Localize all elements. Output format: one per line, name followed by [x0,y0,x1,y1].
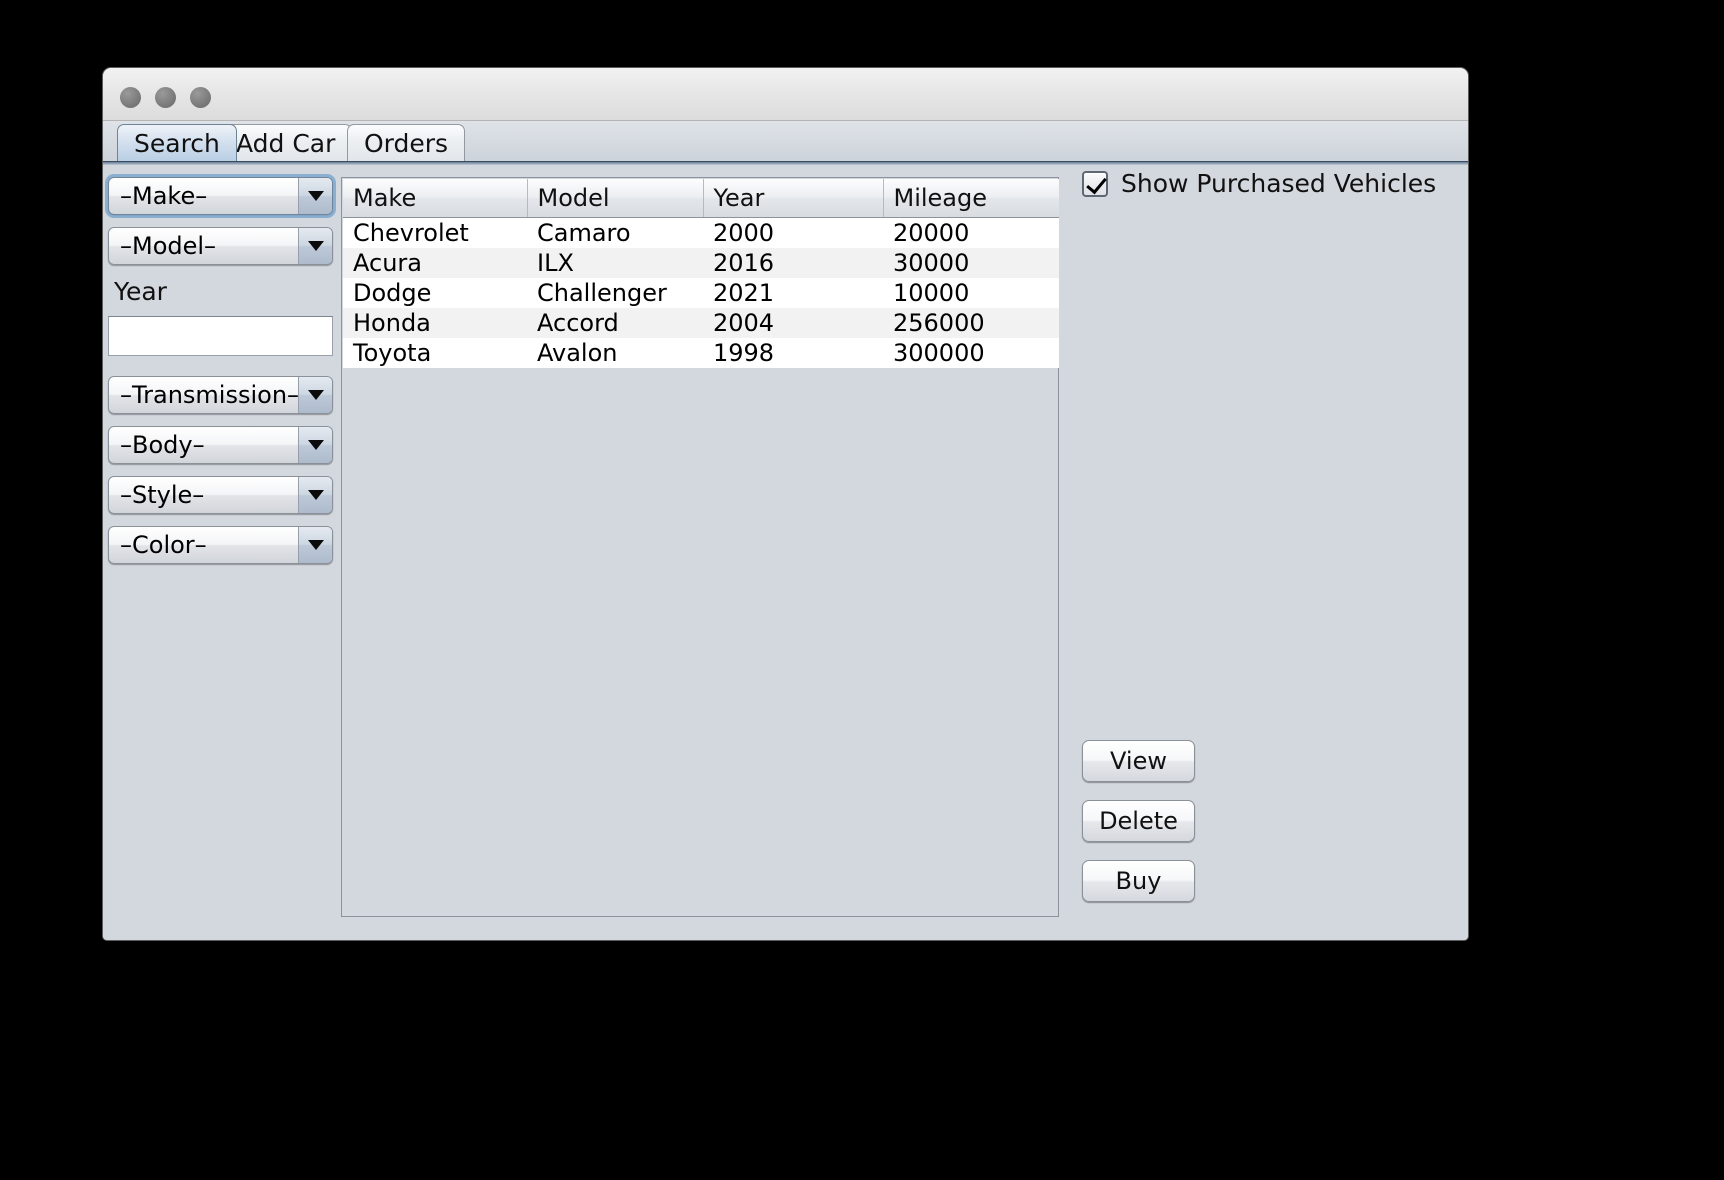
minimize-button[interactable] [155,87,176,108]
transmission-dropdown-value: –Transmission– [120,381,298,409]
body-dropdown[interactable]: –Body– [108,426,333,464]
cell-make: Dodge [353,278,432,307]
close-button[interactable] [120,87,141,108]
table-row[interactable]: Acura ILX 2016 30000 [343,247,1059,278]
cell-make: Toyota [353,338,432,367]
model-dropdown-value: –Model– [120,232,217,260]
zoom-button[interactable] [190,87,211,108]
cell-year: 2004 [713,308,775,337]
table-row[interactable]: Chevrolet Camaro 2000 20000 [343,217,1059,248]
results-table: Make Model Year Mileage Chevrolet Camaro… [343,179,1059,368]
buy-button[interactable]: Buy [1082,860,1195,902]
cell-model: ILX [537,248,574,277]
tab-search-label: Search [134,128,220,158]
chevron-down-icon [298,228,332,264]
body-dropdown-value: –Body– [120,431,205,459]
chevron-down-icon [298,527,332,563]
cell-make: Acura [353,248,422,277]
buy-button-label: Buy [1115,867,1162,895]
chevron-down-icon [298,178,332,214]
action-button-group: View Delete Buy [1082,740,1195,920]
chevron-down-icon [298,377,332,413]
delete-button[interactable]: Delete [1082,800,1195,842]
column-header-mileage[interactable]: Mileage [883,179,1059,218]
show-purchased-label: Show Purchased Vehicles [1121,169,1437,198]
color-dropdown-value: –Color– [120,531,207,559]
cell-model: Challenger [537,278,667,307]
view-button[interactable]: View [1082,740,1195,782]
cell-make: Honda [353,308,431,337]
table-row[interactable]: Honda Accord 2004 256000 [343,307,1059,338]
cell-mileage: 30000 [893,248,970,277]
search-tab-content: –Make– –Model– Year –Transmission– –Body… [103,165,1468,940]
column-header-model[interactable]: Model [527,179,704,218]
show-purchased-row[interactable]: Show Purchased Vehicles [1082,169,1436,198]
cell-mileage: 256000 [893,308,985,337]
delete-button-label: Delete [1099,807,1178,835]
title-bar [103,68,1468,121]
chevron-down-icon [298,477,332,513]
right-panel: Show Purchased Vehicles View Delete Buy [1065,165,1468,940]
cell-mileage: 10000 [893,278,970,307]
style-dropdown-value: –Style– [120,481,205,509]
transmission-dropdown[interactable]: –Transmission– [108,376,333,414]
table-header-row: Make Model Year Mileage [343,179,1059,218]
results-table-scroll[interactable]: Make Model Year Mileage Chevrolet Camaro… [343,179,1059,368]
tab-add-car-label: Add Car [236,128,336,158]
tab-bar: Search Add Car Orders [103,121,1468,161]
tab-orders[interactable]: Orders [347,124,466,161]
cell-model: Camaro [537,218,631,247]
cell-year: 1998 [713,338,775,367]
view-button-label: View [1110,747,1167,775]
color-dropdown[interactable]: –Color– [108,526,333,564]
tab-orders-label: Orders [364,128,449,158]
table-row[interactable]: Dodge Challenger 2021 10000 [343,277,1059,308]
filter-panel: –Make– –Model– Year –Transmission– –Body… [108,177,333,576]
year-label: Year [114,277,167,306]
column-header-year[interactable]: Year [703,179,884,218]
application-window: Search Add Car Orders –Make– –Model– Yea… [103,68,1468,940]
cell-year: 2016 [713,248,775,277]
cell-year: 2000 [713,218,775,247]
make-dropdown-value: –Make– [120,182,208,210]
tab-search[interactable]: Search [117,124,237,161]
results-panel: Make Model Year Mileage Chevrolet Camaro… [341,177,1059,917]
cell-mileage: 300000 [893,338,985,367]
model-dropdown[interactable]: –Model– [108,227,333,265]
chevron-down-icon [298,427,332,463]
cell-model: Accord [537,308,619,337]
style-dropdown[interactable]: –Style– [108,476,333,514]
tab-add-car[interactable]: Add Car [219,124,353,161]
cell-make: Chevrolet [353,218,469,247]
year-input[interactable] [108,316,333,356]
column-header-make[interactable]: Make [343,179,528,218]
cell-model: Avalon [537,338,618,367]
table-row[interactable]: Toyota Avalon 1998 300000 [343,337,1059,368]
show-purchased-checkbox[interactable] [1082,170,1108,197]
make-dropdown[interactable]: –Make– [108,177,333,215]
cell-year: 2021 [713,278,775,307]
cell-mileage: 20000 [893,218,970,247]
